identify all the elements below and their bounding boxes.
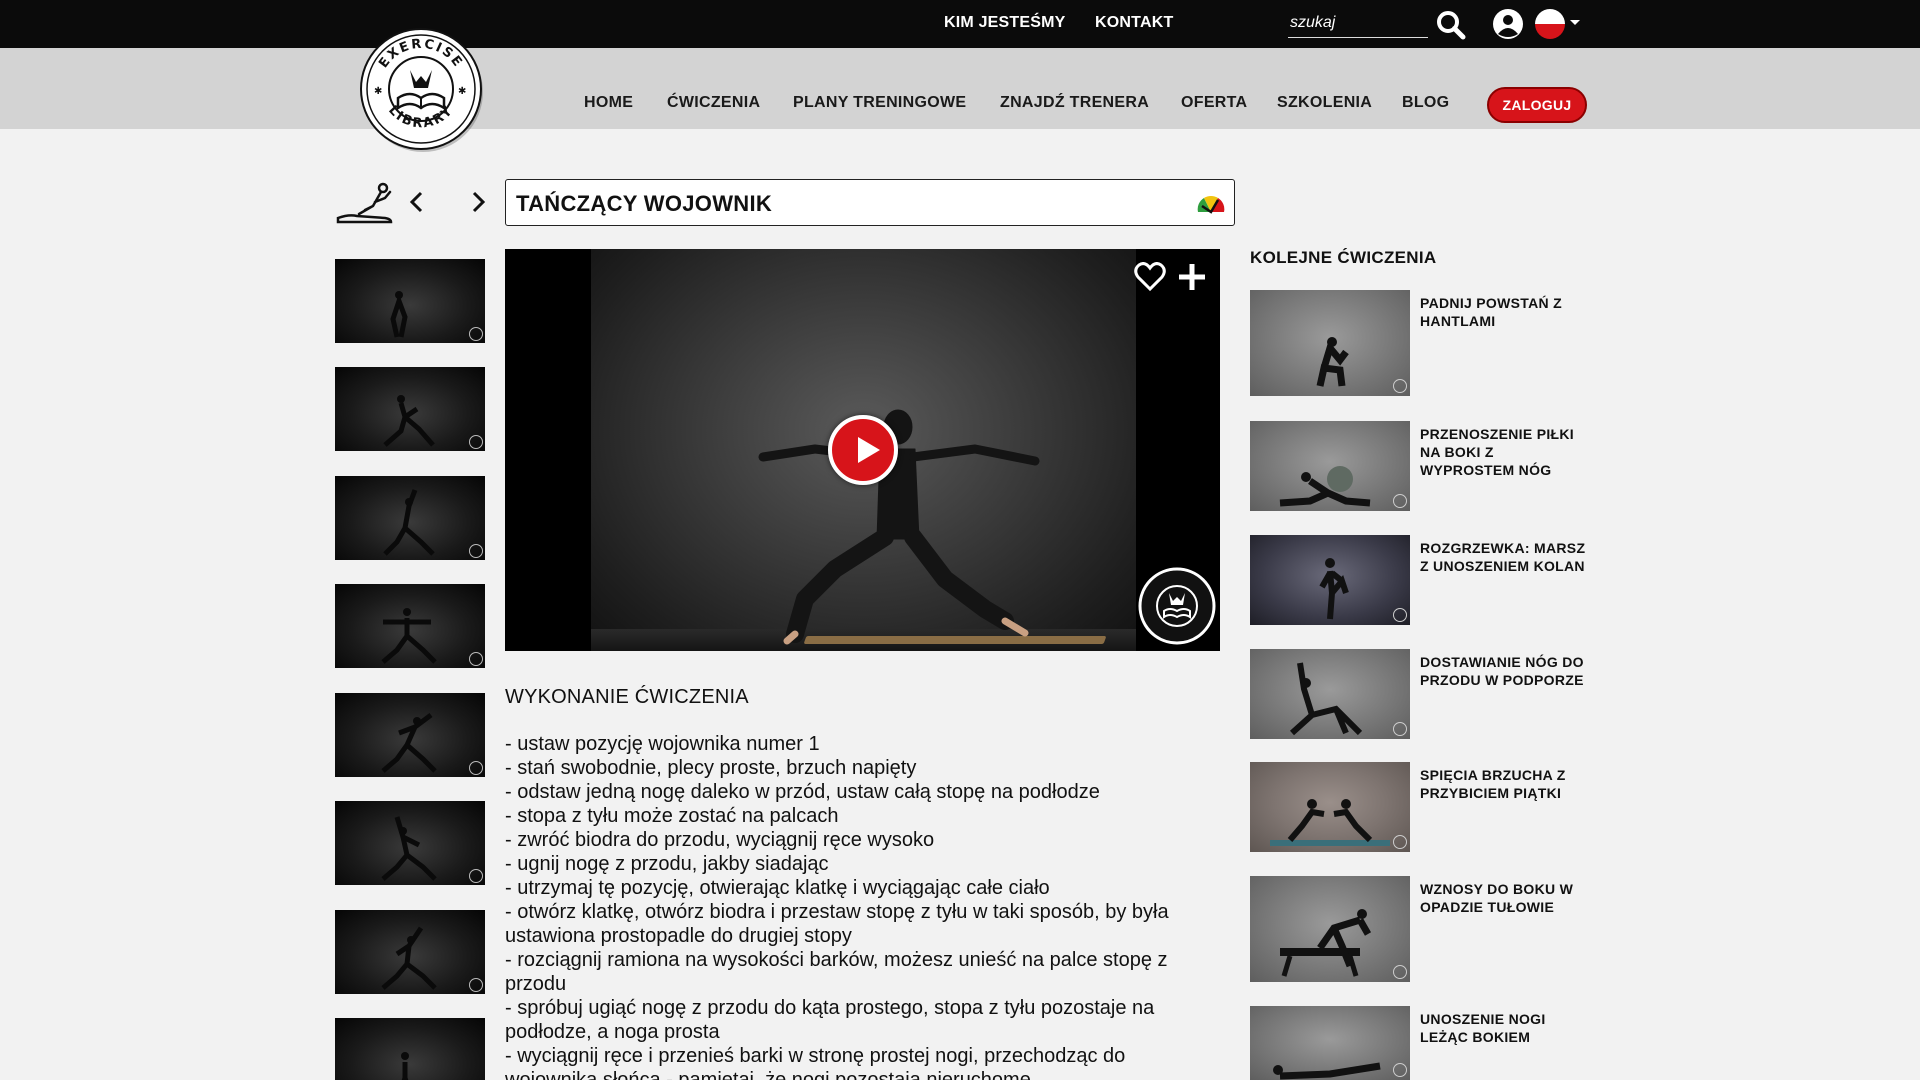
description-step: - utrzymaj tę pozycję, otwierając klatkę… xyxy=(505,877,1050,899)
top-link-about[interactable]: KIM JESTEŚMY xyxy=(944,14,1066,32)
exercise-type-icon xyxy=(336,182,393,224)
next-exercise-label[interactable]: PRZENOSZENIE PIŁKI NA BOKI Z WYPROSTEM N… xyxy=(1420,425,1590,479)
search-input[interactable] xyxy=(1288,10,1428,36)
nav-offer[interactable]: OFERTA xyxy=(1181,94,1247,112)
next-exercise-label[interactable]: PADNIJ POWSTAŃ Z HANTLAMI xyxy=(1420,294,1590,330)
next-exercise-label[interactable]: DOSTAWIANIE NÓG DO PRZODU W PODPORZE xyxy=(1420,653,1590,689)
main-navbar xyxy=(0,48,1920,129)
heart-icon[interactable] xyxy=(1134,262,1166,292)
description-steps: - ustaw pozycję wojownika numer 1 - stań… xyxy=(505,732,1220,1080)
description-step: - spróbuj ugiąć nogę z przodu do kąta pr… xyxy=(505,997,1155,1043)
next-exercise-item[interactable]: WZNOSY DO BOKU W OPADZIE TUŁOWIE xyxy=(1250,876,1590,982)
plus-icon[interactable] xyxy=(1177,262,1207,292)
description-step: - ustaw pozycję wojownika numer 1 xyxy=(505,733,820,755)
nav-find-trainer[interactable]: ZNAJDŹ TRENERA xyxy=(1000,94,1149,112)
thumbnail-2[interactable] xyxy=(335,367,485,451)
next-exercise-thumbnail[interactable] xyxy=(1250,876,1410,982)
chevron-down-icon[interactable] xyxy=(1569,19,1581,27)
next-exercise-thumbnail[interactable] xyxy=(1250,649,1410,739)
nav-blog[interactable]: BLOG xyxy=(1402,94,1449,112)
next-exercise-thumbnail[interactable] xyxy=(1250,1006,1410,1080)
svg-text:✱: ✱ xyxy=(374,86,382,97)
prev-arrow-icon[interactable] xyxy=(405,190,429,214)
svg-text:✱: ✱ xyxy=(458,86,466,97)
description-step: - wyciągnij ręce i przenieś barki w stro… xyxy=(505,1045,1126,1080)
thumbnail-7[interactable] xyxy=(335,910,485,994)
next-exercise-thumbnail[interactable] xyxy=(1250,535,1410,625)
next-exercise-label[interactable]: ROZGRZEWKA: MARSZ Z UNOSZENIEM KOLAN xyxy=(1420,539,1590,575)
thumbnail-5[interactable] xyxy=(335,693,485,777)
next-exercises-heading: KOLEJNE ĆWICZENIA xyxy=(1250,248,1437,267)
thumbnail-6[interactable] xyxy=(335,801,485,885)
user-icon[interactable] xyxy=(1493,9,1523,39)
description-step: - otwórz klatkę, otwórz biodra i przesta… xyxy=(505,901,1169,947)
next-exercise-item[interactable]: PRZENOSZENIE PIŁKI NA BOKI Z WYPROSTEM N… xyxy=(1250,421,1590,511)
description-step: - rozciągnij ramiona na wysokości barków… xyxy=(505,949,1168,995)
nav-training-plans[interactable]: PLANY TRENINGOWE xyxy=(793,94,966,112)
play-button[interactable] xyxy=(828,415,898,485)
next-exercise-item[interactable]: DOSTAWIANIE NÓG DO PRZODU W PODPORZE xyxy=(1250,649,1590,739)
nav-exercises[interactable]: ĆWICZENIA xyxy=(667,94,760,112)
top-link-contact[interactable]: KONTAKT xyxy=(1095,14,1173,32)
description-step: - ugnij nogę z przodu, jakby siadając xyxy=(505,853,829,875)
nav-courses[interactable]: SZKOLENIA xyxy=(1277,94,1372,112)
top-bar: KIM JESTEŚMY KONTAKT xyxy=(0,0,1920,48)
thumbnail-3[interactable] xyxy=(335,476,485,560)
description-step: - odstaw jedną nogę daleko w przód, usta… xyxy=(505,781,1100,803)
exercise-title: TAŃCZĄCY WOJOWNIK xyxy=(516,191,773,216)
nav-home[interactable]: HOME xyxy=(584,94,633,112)
thumbnail-1[interactable] xyxy=(335,259,485,343)
next-exercise-thumbnail[interactable] xyxy=(1250,762,1410,852)
next-exercise-item[interactable]: ROZGRZEWKA: MARSZ Z UNOSZENIEM KOLAN xyxy=(1250,535,1590,625)
next-exercise-item[interactable]: UNOSZENIE NOGI LEŻĄC BOKIEM xyxy=(1250,1006,1590,1080)
description-heading: WYKONANIE ĆWICZENIA xyxy=(505,686,749,708)
search-icon[interactable] xyxy=(1435,9,1467,41)
thumbnail-8[interactable] xyxy=(335,1018,485,1080)
description-step: - stopa z tyłu może zostać na palcach xyxy=(505,805,839,827)
exercise-video[interactable] xyxy=(505,249,1220,651)
next-exercise-label[interactable]: WZNOSY DO BOKU W OPADZIE TUŁOWIE xyxy=(1420,880,1590,916)
thumbnail-4[interactable] xyxy=(335,584,485,668)
exercise-library-logo[interactable]: EXERCISE LIBRARY ✱ ✱ xyxy=(358,26,484,152)
search-box xyxy=(1288,10,1428,38)
description-step: - stań swobodnie, plecy proste, brzuch n… xyxy=(505,757,917,779)
next-exercise-thumbnail[interactable] xyxy=(1250,290,1410,396)
login-button[interactable]: ZALOGUJ xyxy=(1487,87,1587,123)
next-exercise-label[interactable]: SPIĘCIA BRZUCHA Z PRZYBICIEM PIĄTKI xyxy=(1420,766,1590,802)
next-exercise-item[interactable]: PADNIJ POWSTAŃ Z HANTLAMI xyxy=(1250,290,1590,396)
next-exercise-item[interactable]: SPIĘCIA BRZUCHA Z PRZYBICIEM PIĄTKI xyxy=(1250,762,1590,852)
video-watermark-logo xyxy=(1138,567,1216,645)
next-arrow-icon[interactable] xyxy=(466,190,490,214)
next-exercise-label[interactable]: UNOSZENIE NOGI LEŻĄC BOKIEM xyxy=(1420,1010,1590,1046)
description-step: - zwróć biodra do przodu, wyciągnij ręce… xyxy=(505,829,935,851)
exercise-title-box: TAŃCZĄCY WOJOWNIK xyxy=(505,179,1235,226)
next-exercise-thumbnail[interactable] xyxy=(1250,421,1410,511)
flag-pl-icon[interactable] xyxy=(1535,9,1565,39)
level-icon xyxy=(1197,195,1225,214)
